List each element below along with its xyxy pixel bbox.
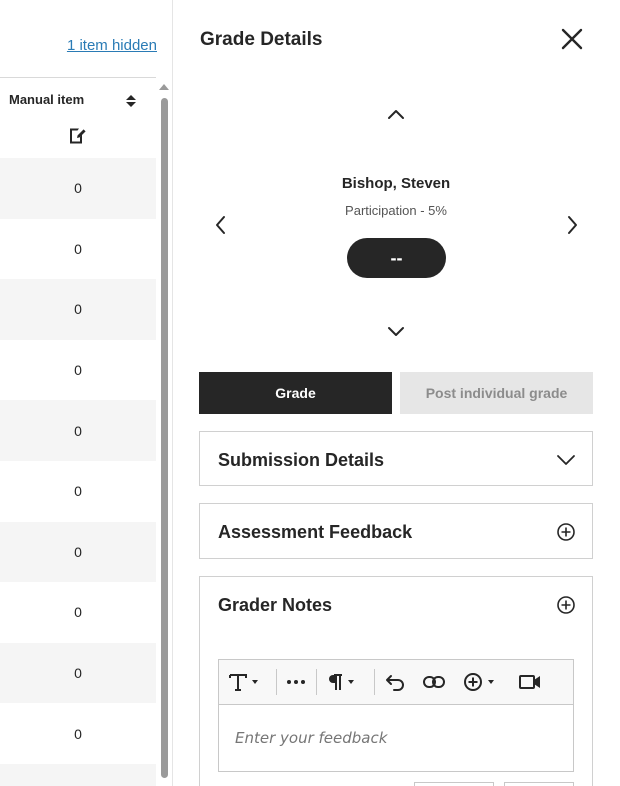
section-title: Assessment Feedback [218,522,413,542]
add-circle-icon[interactable] [556,522,576,542]
grade-cell[interactable]: 0 [0,642,156,704]
grade-cell[interactable]: 0 [0,158,156,219]
vertical-scrollbar[interactable] [158,84,170,778]
grade-cell[interactable]: 0 [0,582,156,643]
paragraph-button[interactable] [327,670,354,694]
more-options-button[interactable] [286,670,306,694]
toolbar-divider [374,669,375,695]
insert-content-button[interactable] [463,670,494,694]
manual-entry-icon [68,127,86,145]
link-button[interactable] [423,670,445,694]
undo-button[interactable] [385,670,405,694]
grade-rows: 0 0 0 0 0 0 0 0 0 0 [0,158,156,786]
grade-cell[interactable]: 0 [0,219,156,280]
chevron-down-icon [252,680,258,684]
gradebook-column: 1 item hidden Manual item 0 0 0 0 0 0 0 … [0,0,173,786]
grade-cell[interactable]: 0 [0,279,156,340]
chevron-down-icon[interactable] [556,450,576,470]
close-icon[interactable] [559,26,585,52]
chevron-down-icon [488,680,494,684]
save-button-partial[interactable] [504,782,574,786]
grade-cell[interactable]: 0 [0,521,156,583]
feedback-editor [218,659,574,772]
sort-icon[interactable] [124,93,138,109]
column-header-manual-item[interactable]: Manual item [9,92,84,107]
toolbar-divider [276,669,277,695]
cancel-button-partial[interactable] [414,782,494,786]
add-circle-icon [463,672,483,692]
video-camera-icon [519,674,541,690]
previous-item-up-icon[interactable] [386,106,406,122]
grade-cell[interactable]: 0 [0,400,156,461]
grade-button[interactable]: Grade [199,372,392,414]
grade-details-panel: Grade Details Bishop, Steven Participati… [174,0,620,786]
header-divider [0,77,156,78]
paragraph-icon [327,672,343,692]
grade-cell[interactable]: 0 [0,703,156,764]
editor-toolbar [219,660,573,705]
next-item-down-icon[interactable] [386,324,406,340]
section-title: Grader Notes [218,595,333,615]
grade-item-label: Participation - 5% [345,203,447,218]
post-individual-grade-button: Post individual grade [400,372,593,414]
text-format-icon [229,672,247,692]
scroll-up-arrow-icon[interactable] [159,84,169,90]
add-circle-icon[interactable] [556,595,576,615]
grade-cell[interactable]: 0 [0,340,156,401]
hidden-items-link[interactable]: 1 item hidden [67,37,157,54]
undo-icon [385,673,405,691]
toolbar-divider [316,669,317,695]
ellipsis-icon [286,679,306,685]
feedback-input[interactable] [219,705,573,771]
scrollbar-thumb[interactable] [161,98,168,778]
student-name: Bishop, Steven [341,175,451,192]
text-format-button[interactable] [229,670,258,694]
assessment-feedback-section[interactable]: Assessment Feedback [199,503,593,559]
grade-cell[interactable]: 0 [0,461,156,522]
submission-details-section[interactable]: Submission Details [199,431,593,486]
grade-value-pill[interactable]: -- [347,238,446,278]
chevron-down-icon [348,680,354,684]
grade-cell-partial [0,763,156,786]
record-video-button[interactable] [519,670,541,694]
section-title: Submission Details [218,450,385,470]
panel-title: Grade Details [200,29,323,50]
link-icon [423,675,445,689]
